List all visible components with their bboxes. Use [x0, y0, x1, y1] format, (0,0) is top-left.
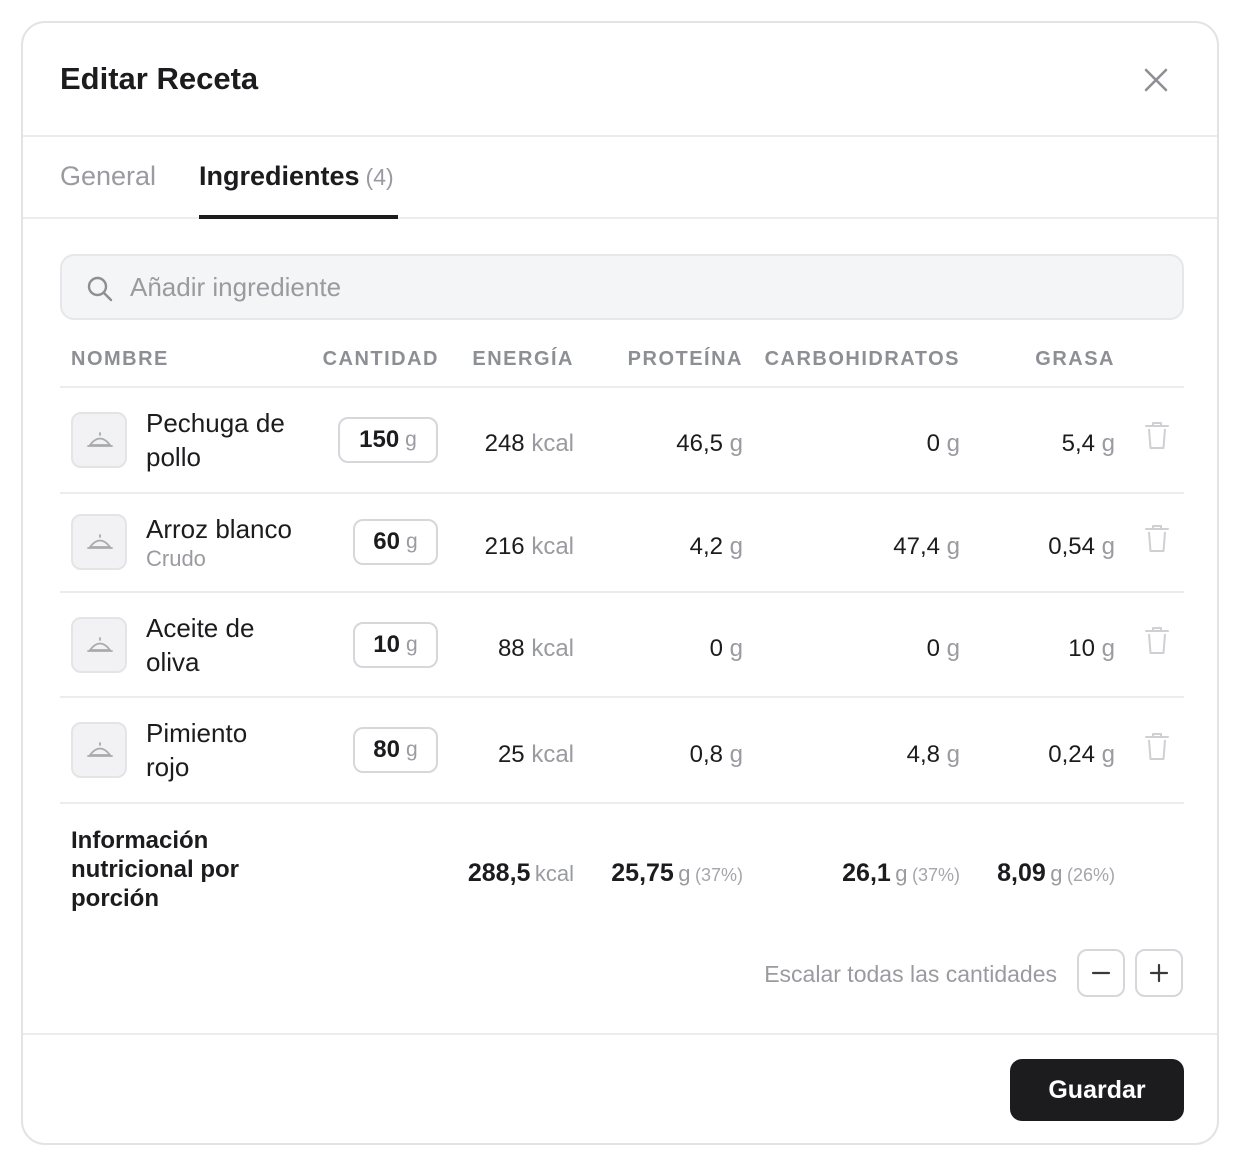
protein-value: 4,2 g — [689, 533, 743, 560]
column-header-carbs: CARBOHIDRATOS — [764, 348, 960, 370]
tab-general-label: General — [60, 161, 157, 191]
protein-value: 0 g — [709, 635, 743, 662]
close-button[interactable] — [1139, 63, 1173, 97]
close-icon — [1144, 68, 1168, 92]
plus-icon — [1149, 963, 1169, 983]
carbs-value: 47,4 g — [893, 533, 960, 560]
scale-label: Escalar todas las cantidades — [764, 961, 1057, 987]
ingredient-thumbnail — [71, 514, 127, 570]
scale-down-button[interactable] — [1077, 949, 1125, 997]
row-divider — [60, 696, 1184, 698]
row-divider — [60, 802, 1184, 804]
delete-ingredient-button[interactable] — [1144, 524, 1170, 554]
summary-carbs: 26,1 g (37%) — [842, 859, 960, 887]
delete-ingredient-button[interactable] — [1144, 626, 1170, 656]
ingredient-name: Arroz blanco — [146, 514, 292, 544]
carbs-value: 0 g — [926, 635, 960, 662]
summary-energy: 288,5 kcal — [467, 859, 574, 887]
cloche-icon — [87, 432, 113, 447]
tab-bar: General Ingredientes (4) — [23, 137, 1217, 219]
energy-value: 25 kcal — [497, 741, 574, 768]
cloche-icon — [87, 534, 113, 549]
delete-ingredient-button[interactable] — [1144, 421, 1170, 451]
carbs-value: 4,8 g — [906, 741, 960, 768]
trash-icon — [1145, 525, 1169, 552]
tab-ingredients-count: (4) — [365, 164, 394, 190]
energy-value: 248 kcal — [484, 430, 574, 457]
column-header-energy: ENERGÍA — [472, 348, 574, 370]
carbs-value: 0 g — [926, 430, 960, 457]
protein-value: 46,5 g — [676, 430, 743, 457]
dialog-header: Editar Receta — [23, 23, 1217, 137]
search-input[interactable] — [130, 266, 1160, 308]
ingredient-name: Pimiento rojo — [146, 718, 248, 782]
fat-value: 5,4 g — [1061, 430, 1115, 457]
summary-fat: 8,09 g (26%) — [997, 859, 1115, 887]
tab-ingredients-label: Ingredientes — [199, 161, 360, 191]
quantity-value: 80 — [373, 736, 400, 763]
table-divider — [60, 386, 1184, 388]
quantity-input[interactable]: 80 g — [353, 727, 438, 773]
column-header-name: NOMBRE — [71, 348, 169, 370]
dialog-title: Editar Receta — [60, 61, 259, 96]
save-button[interactable]: Guardar — [1010, 1059, 1184, 1121]
quantity-unit: g — [406, 530, 418, 553]
fat-value: 0,54 g — [1048, 533, 1115, 560]
ingredient-subtitle: Crudo — [146, 546, 206, 571]
ingredient-thumbnail — [71, 722, 127, 778]
quantity-unit: g — [406, 633, 418, 656]
ingredient-thumbnail — [71, 412, 127, 468]
quantity-input[interactable]: 60 g — [353, 519, 438, 565]
quantity-value: 60 — [373, 528, 400, 555]
column-header-quantity: CANTIDAD — [322, 348, 439, 370]
summary-label: Información nutricional por porción — [71, 827, 239, 912]
ingredient-name: Aceite de oliva — [146, 613, 255, 677]
tab-ingredients[interactable]: Ingredientes (4) — [199, 161, 394, 219]
ingredient-search — [60, 254, 1184, 320]
quantity-input[interactable]: 10 g — [353, 622, 438, 668]
fat-value: 10 g — [1068, 635, 1115, 662]
energy-value: 88 kcal — [497, 635, 574, 662]
edit-recipe-dialog: Editar Receta General Ingredientes(4) NO… — [21, 21, 1219, 1145]
quantity-unit: g — [405, 428, 417, 451]
cloche-icon — [87, 742, 113, 757]
trash-icon — [1145, 627, 1169, 654]
quantity-input[interactable]: 150 g — [338, 417, 438, 463]
trash-icon — [1145, 422, 1169, 449]
footer-divider — [23, 1033, 1217, 1035]
quantity-value: 150 — [359, 426, 400, 453]
ingredient-thumbnail — [71, 617, 127, 673]
summary-protein: 25,75 g (37%) — [611, 859, 743, 887]
minus-icon — [1091, 971, 1111, 975]
column-header-fat: GRASA — [1035, 348, 1115, 370]
ingredient-name: Pechuga de pollo — [146, 408, 285, 472]
active-tab-indicator — [199, 215, 398, 219]
tab-general[interactable]: General — [60, 161, 156, 219]
fat-value: 0,24 g — [1048, 741, 1115, 768]
row-divider — [60, 591, 1184, 593]
protein-value: 0,8 g — [689, 741, 743, 768]
column-header-protein: PROTEÍNA — [627, 348, 743, 370]
quantity-value: 10 — [373, 631, 400, 658]
energy-value: 216 kcal — [484, 533, 574, 560]
delete-ingredient-button[interactable] — [1144, 732, 1170, 762]
row-divider — [60, 492, 1184, 494]
quantity-unit: g — [406, 738, 418, 761]
scale-up-button[interactable] — [1135, 949, 1183, 997]
trash-icon — [1145, 733, 1169, 760]
search-icon — [87, 276, 113, 302]
cloche-icon — [87, 637, 113, 652]
